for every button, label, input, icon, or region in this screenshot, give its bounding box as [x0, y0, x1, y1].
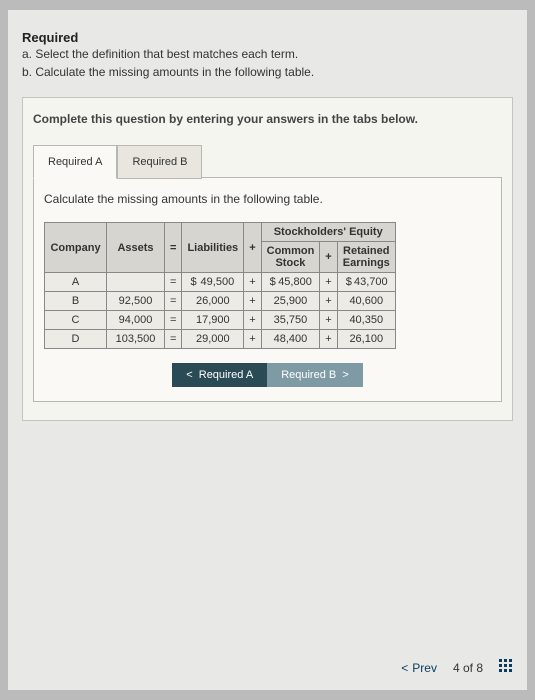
cell-liabilities: 29,000: [182, 330, 244, 349]
col-plus-1: +: [244, 223, 261, 273]
page-number: 4 of 8: [453, 661, 483, 675]
cell-common: $45,800: [261, 273, 320, 292]
val-liab-a: 49,500: [201, 276, 235, 288]
cell-company: C: [45, 311, 107, 330]
nav-req-a-label: Required A: [199, 369, 253, 381]
tab-required-b[interactable]: Required B: [117, 145, 202, 179]
cell-common: 25,900: [261, 292, 320, 311]
chevron-right-icon: >: [342, 369, 348, 381]
cell-eq: =: [165, 330, 182, 349]
prev-button[interactable]: < Prev: [401, 661, 437, 675]
nav-row: < Required A Required B >: [44, 363, 491, 387]
cell-eq: =: [165, 292, 182, 311]
cell-plus: +: [244, 292, 261, 311]
cell-liabilities: 17,900: [182, 311, 244, 330]
input-assets-a[interactable]: [107, 273, 165, 292]
col-liabilities: Liabilities: [182, 223, 244, 273]
cell-plus: +: [244, 311, 261, 330]
col-company: Company: [45, 223, 107, 273]
cell-plus: +: [244, 330, 261, 349]
cell-common: 48,400: [261, 330, 320, 349]
cell-liabilities: $49,500: [182, 273, 244, 292]
cell-plus: +: [320, 273, 337, 292]
tab-required-a[interactable]: Required A: [33, 145, 117, 179]
cell-retained: 40,600: [337, 292, 395, 311]
cell-company: A: [45, 273, 107, 292]
nav-req-b-label: Required B: [281, 369, 336, 381]
cell-plus: +: [320, 292, 337, 311]
tab-body: Calculate the missing amounts in the fol…: [33, 177, 502, 402]
required-header: Required a. Select the definition that b…: [22, 30, 513, 81]
prev-label: Prev: [412, 661, 437, 675]
col-assets: Assets: [107, 223, 165, 273]
nav-required-a-button[interactable]: < Required A: [172, 363, 267, 387]
chevron-left-icon: <: [186, 369, 192, 381]
table-row: B 92,500 = 26,000 + 25,900 + 40,600: [45, 292, 396, 311]
required-title: Required: [22, 30, 513, 45]
input-retained-d[interactable]: 26,100: [337, 330, 395, 349]
cell-retained: $43,700: [337, 273, 395, 292]
tab-description: Calculate the missing amounts in the fol…: [44, 192, 491, 206]
cell-plus: +: [320, 311, 337, 330]
cell-assets: 94,000: [107, 311, 165, 330]
cell-eq: =: [165, 311, 182, 330]
grid-icon[interactable]: [499, 659, 513, 676]
col-stockholders-equity: Stockholders' Equity: [261, 223, 395, 242]
footer: < Prev 4 of 8: [401, 659, 513, 676]
val-ret-a: 43,700: [354, 276, 388, 288]
required-line-b: b. Calculate the missing amounts in the …: [22, 63, 513, 81]
cell-retained: 40,350: [337, 311, 395, 330]
page-container: Required a. Select the definition that b…: [8, 10, 527, 690]
tab-row: Required A Required B: [33, 144, 502, 178]
nav-required-b-button[interactable]: Required B >: [267, 363, 363, 387]
question-card: Complete this question by entering your …: [22, 97, 513, 421]
card-instruction: Complete this question by entering your …: [33, 112, 502, 126]
input-liab-b[interactable]: 26,000: [182, 292, 244, 311]
amounts-table: Company Assets = Liabilities + Stockhold…: [44, 222, 396, 349]
cell-plus: +: [320, 330, 337, 349]
col-plus-2: +: [320, 242, 337, 273]
input-common-c[interactable]: 35,750: [261, 311, 320, 330]
required-line-a: a. Select the definition that best match…: [22, 45, 513, 63]
table-row: D 103,500 = 29,000 + 48,400 + 26,100: [45, 330, 396, 349]
cell-eq: =: [165, 273, 182, 292]
cell-plus: +: [244, 273, 261, 292]
col-eq: =: [165, 223, 182, 273]
table-row: A = $49,500 + $45,800 + $43,700: [45, 273, 396, 292]
cell-assets: 103,500: [107, 330, 165, 349]
chevron-left-icon: <: [401, 661, 408, 675]
val-common-a: 45,800: [278, 276, 312, 288]
col-common-stock: Common Stock: [261, 242, 320, 273]
cell-company: D: [45, 330, 107, 349]
cell-company: B: [45, 292, 107, 311]
col-retained-earnings: Retained Earnings: [337, 242, 395, 273]
cell-assets: 92,500: [107, 292, 165, 311]
table-row: C 94,000 = 17,900 + 35,750 + 40,350: [45, 311, 396, 330]
table-header-row-1: Company Assets = Liabilities + Stockhold…: [45, 223, 396, 242]
